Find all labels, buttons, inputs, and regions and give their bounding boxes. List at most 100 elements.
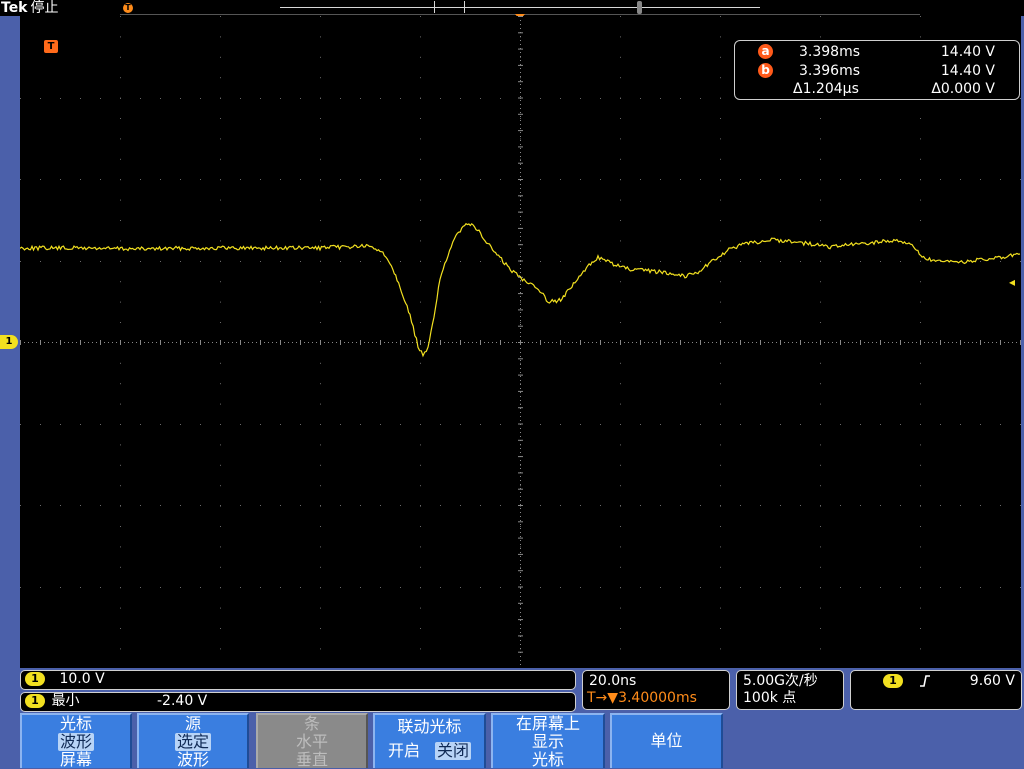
grid-dot [688,342,689,343]
grid-dot [620,505,621,506]
grid-dot [760,261,761,262]
grid-dot [800,261,801,262]
grid-dot [840,261,841,262]
grid-dot [180,261,181,262]
grid-dot [620,98,621,99]
grid-dot [220,607,221,609]
grid-dot [60,587,61,588]
grid-dot [820,240,821,242]
softkey-option-off-selected[interactable]: 关闭 [435,742,472,760]
grid-dot [520,284,521,285]
grid-dot [520,612,521,613]
grid-dot [672,342,673,343]
grid-dot [820,566,821,568]
ch1-scale-readout[interactable]: 1 10.0 V [20,670,576,690]
grid-dot [520,648,521,649]
grid-dot [920,526,921,527]
grid-dot [840,340,841,345]
grid-dot [148,342,149,343]
grid-dot [220,261,221,262]
grid-dot [820,587,821,588]
grid-dot [808,342,809,343]
grid-dot [920,281,921,283]
grid-dot [592,342,593,343]
grid-dot [640,424,641,425]
grid-dot [556,342,557,343]
grid-dot [420,138,421,140]
grid-dot [120,383,121,385]
grid-dot [518,374,523,376]
grid-dot [260,587,261,588]
grid-dot [820,403,821,405]
grid-dot [380,587,381,588]
ch1-ground-marker[interactable]: 1 [0,335,18,349]
grid-dot [580,340,581,345]
waveform-graticule[interactable]: T [20,16,1021,668]
grid-dot [320,322,321,323]
horizontal-readout[interactable]: 20.0ns T→▼3.40000ms [582,670,730,710]
grid-dot [520,28,521,29]
softkey-option-on[interactable]: 开启 [388,741,420,760]
grid-dot [520,336,521,337]
grid-dot [360,261,361,262]
trigger-readout[interactable]: 1 9.60 V [850,670,1022,710]
grid-dot [520,158,521,160]
trigger-level-left-arrow-icon[interactable]: ◂ [1009,276,1015,288]
cursor-a-row: a 3.398ms 14.40 V [735,43,1019,61]
softkey-cursor-type[interactable]: 光标 波形 屏幕 [20,713,132,769]
grid-dot [24,342,25,343]
grid-dot [456,342,457,343]
softkey-option: 显示 [531,732,564,751]
grid-dot [20,179,21,180]
softkey-linked-cursors[interactable]: 联动光标 开启 关闭 [373,713,486,768]
grid-dot [220,36,221,38]
grid-dot [120,98,121,99]
grid-dot [220,220,221,221]
grid-dot [520,546,521,548]
grid-dot [518,651,523,653]
grid-dot [240,261,241,262]
grid-dot [680,98,681,99]
grid-dot [420,607,421,609]
grid-dot [220,281,221,283]
softkey-source[interactable]: 源 选定 波形 [137,713,249,769]
grid-dot [520,624,521,625]
grid-dot [100,179,101,180]
grid-dot [140,587,141,588]
grid-dot [332,342,333,343]
grid-dot [840,505,841,506]
grid-dot [940,179,941,180]
grid-dot [820,485,821,487]
grid-dot [348,342,349,343]
record-trigger-handle[interactable] [637,1,642,14]
grid-dot [520,208,521,209]
grid-dot [540,587,541,588]
grid-dot [548,342,549,343]
ch1-measurement-readout[interactable]: 1 最小 -2.40 V [20,692,576,712]
grid-dot [280,340,281,345]
grid-dot [820,118,821,119]
acquisition-readout[interactable]: 5.00G次/秒 100k 点 [736,670,844,710]
grid-dot [256,342,257,343]
grid-dot [856,342,857,343]
grid-dot [340,179,341,180]
grid-dot [120,158,121,160]
grid-dot [520,356,521,357]
grid-dot [820,340,821,345]
grid-dot [600,98,601,99]
grid-dot [520,140,521,141]
trigger-time-icon: T [44,40,58,53]
grid-dot [160,424,161,425]
softkey-units[interactable]: 单位 [610,713,723,768]
grid-dot [220,648,221,650]
grid-dot [520,516,521,517]
grid-dot [520,300,521,301]
softkey-option: 光标 [531,750,564,769]
grid-dot [520,44,521,45]
softkey-show-cursors-onscreen[interactable]: 在屏幕上 显示 光标 [491,713,605,769]
grid-dot [520,304,521,305]
grid-dot [240,98,241,99]
grid-dot [518,179,523,180]
grid-dot [800,179,801,180]
grid-dot [880,340,881,345]
